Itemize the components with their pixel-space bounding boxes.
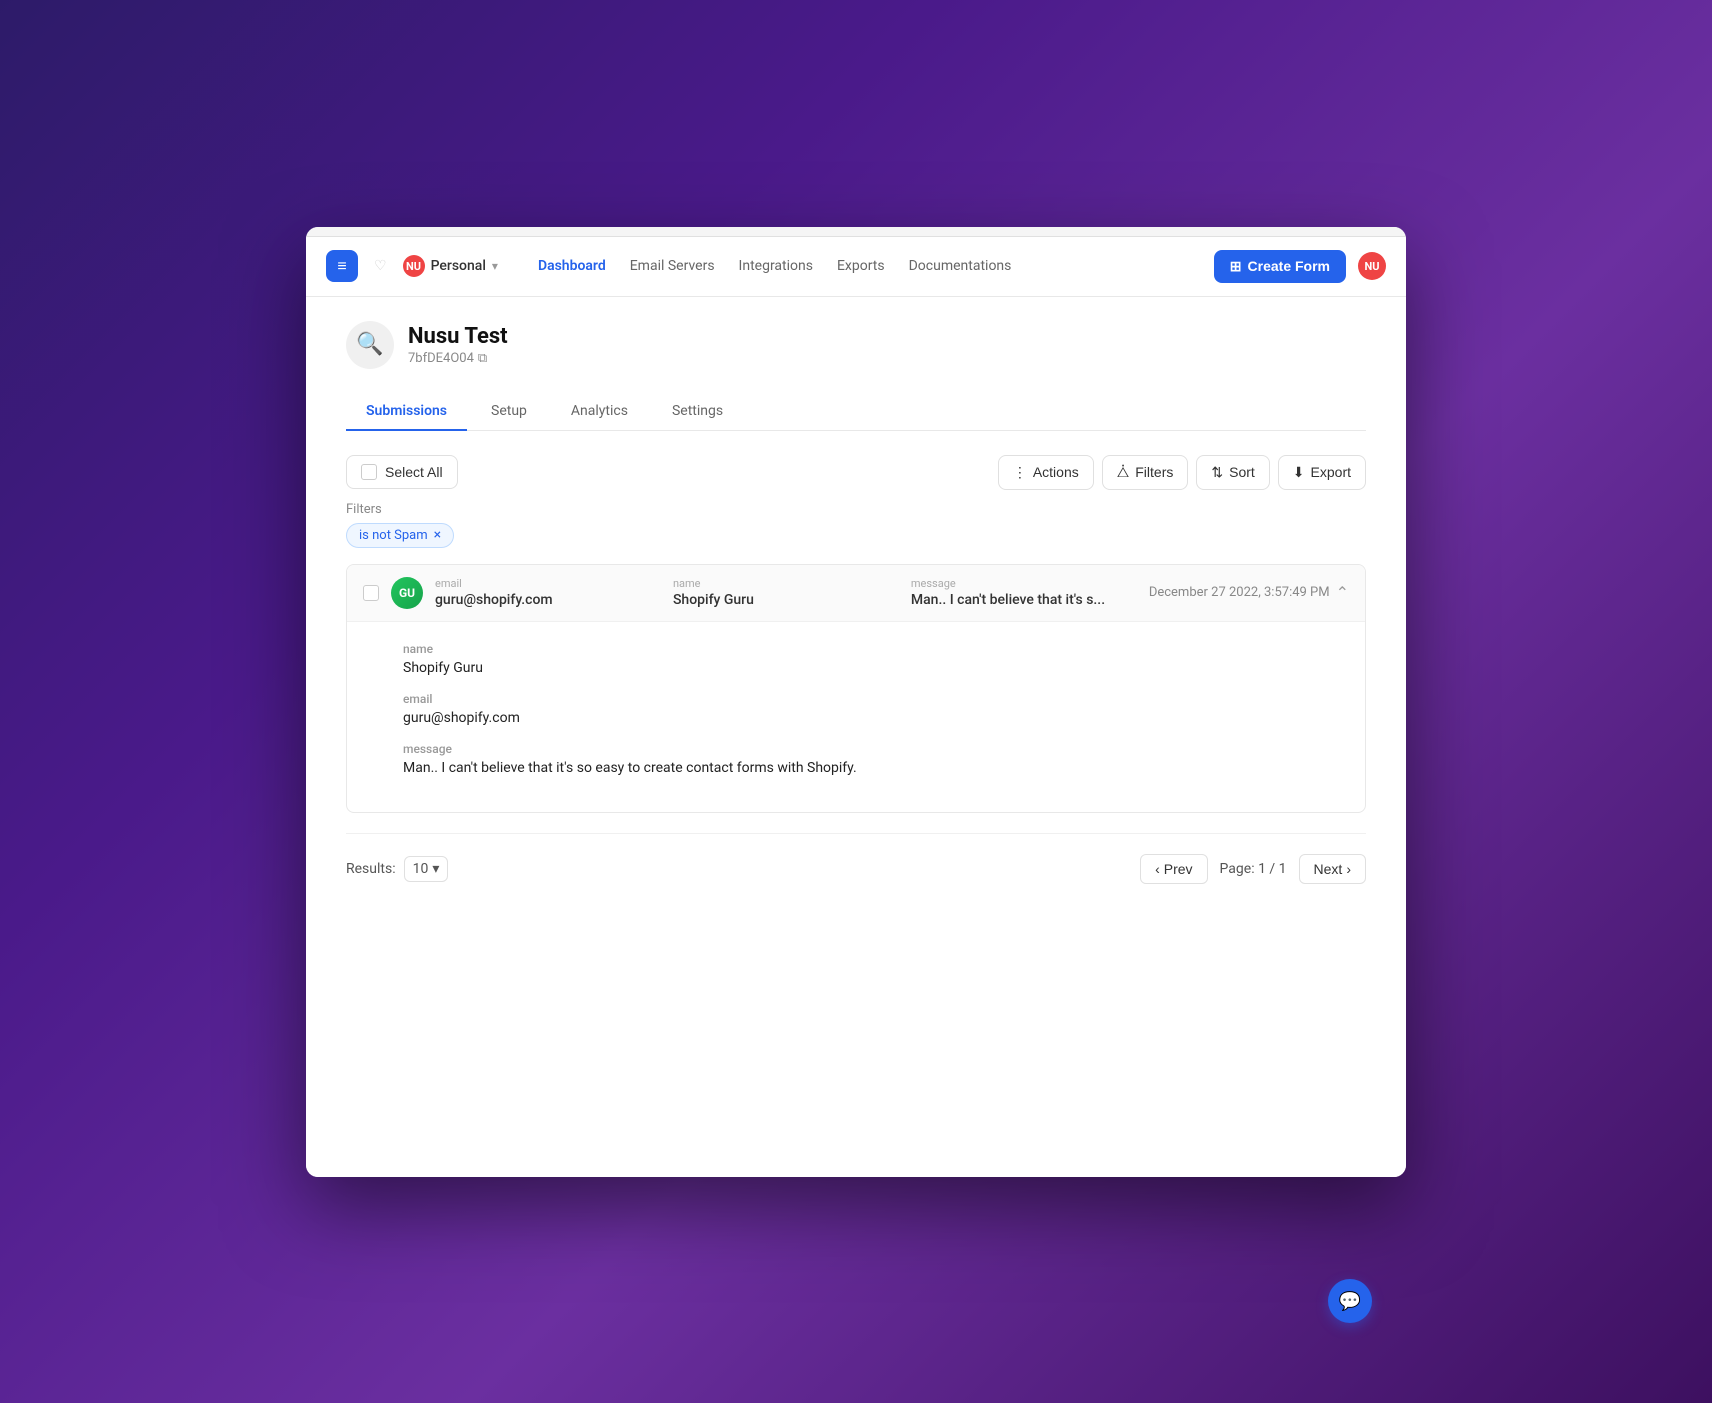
actions-button[interactable]: ⋮ Actions [998, 455, 1094, 490]
filter-tag-not-spam: is not Spam × [346, 523, 454, 548]
nav-link-email-servers[interactable]: Email Servers [630, 258, 715, 274]
export-button[interactable]: ⬇ Export [1278, 455, 1366, 490]
app-logo[interactable]: ≡ [326, 250, 358, 282]
select-all-button[interactable]: Select All [346, 455, 458, 489]
main-nav: Dashboard Email Servers Integrations Exp… [538, 258, 1198, 274]
form-header: 🔍 Nusu Test 7bfDE4O04 ⧉ [346, 321, 1366, 369]
detail-name-label: name [403, 642, 1345, 656]
filters-label: Filters [346, 502, 1366, 517]
create-form-button[interactable]: ⊞ Create Form [1214, 250, 1346, 283]
prev-button[interactable]: ‹ Prev [1140, 854, 1207, 884]
tab-submissions[interactable]: Submissions [346, 393, 467, 431]
logo-icon: ≡ [337, 256, 346, 276]
form-tabs: Submissions Setup Analytics Settings [346, 393, 1366, 431]
sort-button[interactable]: ⇅ Sort [1196, 455, 1269, 490]
expand-icon[interactable]: ⌃ [1336, 583, 1349, 602]
name-field-block: name Shopify Guru [673, 577, 899, 608]
filter-tag-label: is not Spam [359, 528, 428, 543]
message-field-block: message Man.. I can't believe that it's … [911, 577, 1137, 608]
filters-section: Filters is not Spam × [346, 502, 1366, 548]
chat-button[interactable]: 💬 [1328, 1279, 1372, 1323]
form-title: Nusu Test [408, 324, 508, 349]
form-icon-emoji: 🔍 [356, 332, 383, 357]
workspace-chevron-icon: ▾ [492, 259, 498, 273]
actions-icon: ⋮ [1013, 464, 1027, 481]
navbar-actions: ⊞ Create Form NU [1214, 250, 1386, 283]
submission-checkbox[interactable] [363, 585, 379, 601]
nav-link-exports[interactable]: Exports [837, 258, 885, 274]
create-form-icon: ⊞ [1230, 258, 1242, 275]
browser-chrome [306, 227, 1406, 237]
pagination-nav: ‹ Prev Page: 1 / 1 Next › [1140, 854, 1366, 884]
timestamp-value: December 27 2022, 3:57:49 PM [1149, 585, 1330, 600]
filters-icon: ⧊ [1117, 464, 1130, 481]
next-chevron-icon: › [1346, 861, 1351, 877]
chat-icon: 💬 [1339, 1291, 1361, 1312]
detail-email-label: email [403, 692, 1345, 706]
copy-icon[interactable]: ⧉ [478, 351, 487, 366]
name-field-value: Shopify Guru [673, 592, 899, 608]
page-info: Page: 1 / 1 [1220, 861, 1287, 877]
prev-label: Prev [1164, 861, 1193, 877]
message-field-label: message [911, 577, 1137, 590]
heart-icon: ♡ [374, 258, 387, 274]
next-button[interactable]: Next › [1299, 854, 1366, 884]
name-field-label: name [673, 577, 899, 590]
workspace-label: Personal [431, 258, 486, 274]
toolbar-right: ⋮ Actions ⧊ Filters ⇅ Sort ⬇ Export [998, 455, 1366, 490]
submitter-avatar: GU [391, 577, 423, 609]
email-field-label: email [435, 577, 661, 590]
detail-name-value: Shopify Guru [403, 660, 1345, 676]
navbar: ≡ ♡ NU Personal ▾ Dashboard Email Server… [306, 237, 1406, 297]
email-field-value: guru@shopify.com [435, 592, 661, 608]
detail-name-field: name Shopify Guru [403, 642, 1345, 676]
detail-email-field: email guru@shopify.com [403, 692, 1345, 726]
toolbar: Select All ⋮ Actions ⧊ Filters ⇅ Sort ⬇ … [346, 455, 1366, 490]
detail-message-value: Man.. I can't believe that it's so easy … [403, 760, 1345, 776]
results-chevron-icon: ▾ [432, 861, 439, 877]
tab-setup[interactable]: Setup [471, 393, 547, 431]
nav-link-integrations[interactable]: Integrations [739, 258, 813, 274]
tab-analytics[interactable]: Analytics [551, 393, 648, 431]
pagination: Results: 10 ▾ ‹ Prev Page: 1 / 1 Next › [346, 833, 1366, 884]
tab-settings[interactable]: Settings [652, 393, 743, 431]
form-id-value: 7bfDE4O04 [408, 351, 474, 366]
submission-row: GU email guru@shopify.com name Shopify G… [346, 564, 1366, 813]
actions-label: Actions [1033, 464, 1079, 480]
message-field-preview: Man.. I can't believe that it's s... [911, 592, 1137, 608]
form-icon: 🔍 [346, 321, 394, 369]
export-icon: ⬇ [1293, 464, 1305, 481]
submission-header: GU email guru@shopify.com name Shopify G… [347, 565, 1365, 622]
detail-email-value: guru@shopify.com [403, 710, 1345, 726]
filters-button[interactable]: ⧊ Filters [1102, 455, 1189, 490]
sort-label: Sort [1229, 464, 1255, 480]
user-avatar[interactable]: NU [1358, 252, 1386, 280]
nav-link-documentations[interactable]: Documentations [909, 258, 1012, 274]
results-label: Results: [346, 861, 396, 877]
email-field-block: email guru@shopify.com [435, 577, 661, 608]
workspace-selector[interactable]: NU Personal ▾ [403, 255, 498, 277]
prev-chevron-icon: ‹ [1155, 861, 1160, 877]
select-all-checkbox[interactable] [361, 464, 377, 480]
filters-label: Filters [1135, 464, 1173, 480]
submission-detail: name Shopify Guru email guru@shopify.com… [347, 622, 1365, 812]
submission-timestamp: December 27 2022, 3:57:49 PM ⌃ [1149, 583, 1349, 602]
main-content: 🔍 Nusu Test 7bfDE4O04 ⧉ Submissions Setu… [306, 297, 1406, 1177]
detail-message-label: message [403, 742, 1345, 756]
workspace-badge: NU [403, 255, 425, 277]
export-label: Export [1311, 464, 1351, 480]
next-label: Next [1314, 861, 1343, 877]
form-title-block: Nusu Test 7bfDE4O04 ⧉ [408, 324, 508, 366]
nav-link-dashboard[interactable]: Dashboard [538, 258, 606, 274]
detail-message-field: message Man.. I can't believe that it's … [403, 742, 1345, 776]
results-count-value: 10 [413, 861, 429, 877]
results-control: Results: 10 ▾ [346, 856, 448, 882]
filter-remove-icon[interactable]: × [434, 528, 441, 542]
sort-icon: ⇅ [1211, 464, 1223, 481]
select-all-label: Select All [385, 464, 443, 480]
form-id: 7bfDE4O04 ⧉ [408, 351, 508, 366]
results-count-select[interactable]: 10 ▾ [404, 856, 449, 882]
create-form-label: Create Form [1248, 258, 1330, 274]
